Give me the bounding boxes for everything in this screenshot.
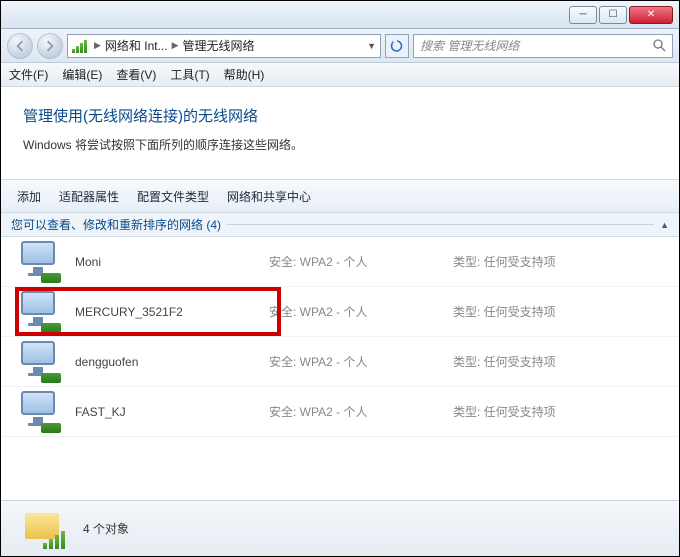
chevron-up-icon: ▲ (660, 220, 669, 230)
network-name: Moni (75, 255, 255, 269)
page-title: 管理使用(无线网络连接)的无线网络 (23, 105, 657, 126)
address-bar[interactable]: ▶ 网络和 Int... ▶ 管理无线网络 ▼ (67, 34, 381, 58)
network-type: 类型: 任何受支持项 (453, 403, 556, 420)
content-header: 管理使用(无线网络连接)的无线网络 Windows 将尝试按照下面所列的顺序连接… (1, 87, 679, 179)
divider (227, 224, 654, 225)
network-security: 安全: WPA2 - 个人 (269, 403, 439, 420)
network-security: 安全: WPA2 - 个人 (269, 353, 439, 370)
arrow-left-icon (14, 40, 26, 52)
toolbar-network-center[interactable]: 网络和共享中心 (227, 188, 311, 205)
network-icon (19, 341, 61, 383)
toolbar-adapter-properties[interactable]: 适配器属性 (59, 188, 119, 205)
group-header[interactable]: 您可以查看、修改和重新排序的网络 (4) ▲ (1, 213, 679, 237)
search-placeholder: 搜索 管理无线网络 (420, 37, 519, 54)
network-name: dengguofen (75, 355, 255, 369)
menu-view[interactable]: 查看(V) (116, 66, 156, 83)
menu-tools[interactable]: 工具(T) (170, 66, 209, 83)
network-type: 类型: 任何受支持项 (453, 253, 556, 270)
menu-bar: 文件(F) 编辑(E) 查看(V) 工具(T) 帮助(H) (1, 63, 679, 87)
forward-button[interactable] (37, 33, 63, 59)
toolbar-profile-type[interactable]: 配置文件类型 (137, 188, 209, 205)
network-type: 类型: 任何受支持项 (453, 303, 556, 320)
refresh-icon (390, 39, 404, 53)
command-toolbar: 添加 适配器属性 配置文件类型 网络和共享中心 (1, 179, 679, 213)
close-button[interactable]: ✕ (629, 6, 673, 24)
network-icon (19, 291, 61, 333)
network-item[interactable]: Moni 安全: WPA2 - 个人类型: 任何受支持项 (1, 237, 679, 287)
toolbar-add[interactable]: 添加 (17, 188, 41, 205)
network-name: FAST_KJ (75, 405, 255, 419)
network-type: 类型: 任何受支持项 (453, 353, 556, 370)
minimize-button[interactable]: ─ (569, 6, 597, 24)
status-bar: 4 个对象 (1, 500, 679, 556)
arrow-right-icon (44, 40, 56, 52)
address-dropdown-icon[interactable]: ▼ (367, 41, 376, 51)
search-input[interactable]: 搜索 管理无线网络 (413, 34, 673, 58)
network-icon (19, 241, 61, 283)
network-item[interactable]: dengguofen 安全: WPA2 - 个人类型: 任何受支持项 (1, 337, 679, 387)
menu-file[interactable]: 文件(F) (9, 66, 48, 83)
signal-icon (72, 39, 90, 53)
network-item[interactable]: MERCURY_3521F2 安全: WPA2 - 个人类型: 任何受支持项 (1, 287, 679, 337)
network-icon (19, 391, 61, 433)
network-security: 安全: WPA2 - 个人 (269, 303, 439, 320)
page-description: Windows 将尝试按照下面所列的顺序连接这些网络。 (23, 136, 657, 153)
network-security: 安全: WPA2 - 个人 (269, 253, 439, 270)
menu-help[interactable]: 帮助(H) (224, 66, 265, 83)
network-list: Moni安全: WPA2 - 个人类型: 任何受支持项MERCURY_3521F… (1, 237, 679, 437)
maximize-button[interactable]: ☐ (599, 6, 627, 24)
search-icon (653, 39, 666, 52)
status-count: 4 个对象 (83, 520, 129, 537)
window-titlebar: ─ ☐ ✕ (1, 1, 679, 29)
network-item[interactable]: FAST_KJ 安全: WPA2 - 个人类型: 任何受支持项 (1, 387, 679, 437)
breadcrumb-network[interactable]: 网络和 Int... (105, 37, 168, 54)
menu-edit[interactable]: 编辑(E) (62, 66, 102, 83)
chevron-right-icon: ▶ (94, 40, 101, 51)
chevron-right-icon: ▶ (172, 40, 179, 51)
status-folder-icon (25, 509, 65, 549)
back-button[interactable] (7, 33, 33, 59)
network-name: MERCURY_3521F2 (75, 305, 255, 319)
breadcrumb-manage-wireless[interactable]: 管理无线网络 (183, 37, 255, 54)
refresh-button[interactable] (385, 34, 409, 58)
address-bar-row: ▶ 网络和 Int... ▶ 管理无线网络 ▼ 搜索 管理无线网络 (1, 29, 679, 63)
group-header-label: 您可以查看、修改和重新排序的网络 (4) (11, 216, 221, 233)
